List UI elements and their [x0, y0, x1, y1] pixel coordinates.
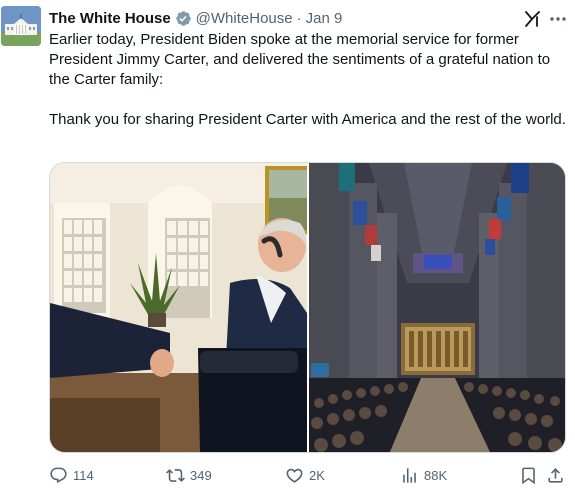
like-count: 2K [309, 467, 325, 483]
analytics-icon [403, 467, 416, 483]
reply-count: 114 [73, 467, 94, 483]
views-count: 88K [424, 467, 448, 483]
repost-count: 349 [190, 467, 212, 483]
tweet[interactable]: The White House @WhiteHouse · Jan 9 Earl… [0, 0, 575, 494]
photo-carter-oval-office[interactable] [50, 163, 307, 452]
bookmark-button[interactable] [519, 463, 538, 487]
repost-icon [166, 468, 185, 482]
verified-badge-icon[interactable] [175, 10, 192, 27]
avatar[interactable] [1, 6, 41, 46]
share-button[interactable] [546, 463, 565, 487]
like-button[interactable]: 2K [285, 463, 325, 487]
separator-dot: · [296, 9, 302, 27]
display-name[interactable]: The White House [49, 10, 171, 27]
grok-icon[interactable] [523, 9, 543, 29]
white-house-avatar-image [1, 6, 41, 46]
reply-icon [50, 467, 67, 483]
heart-icon [286, 468, 303, 483]
handle[interactable]: @WhiteHouse [196, 10, 293, 27]
tweet-text: Earlier today, President Biden spoke at … [49, 30, 569, 130]
views-button[interactable]: 88K [400, 463, 447, 487]
bookmark-icon [522, 467, 535, 484]
tweet-date[interactable]: Jan 9 [306, 10, 343, 27]
tweet-text-paragraph: Thank you for sharing President Carter w… [49, 111, 566, 128]
tweet-header: The White House @WhiteHouse · Jan 9 [49, 7, 342, 29]
tweet-text-paragraph: Earlier today, President Biden spoke at … [49, 31, 551, 88]
photo-cathedral-memorial-service[interactable] [309, 163, 565, 452]
media-grid [49, 162, 566, 453]
tweet-actions: 114 349 2K 88K [49, 463, 569, 487]
reply-button[interactable]: 114 [49, 463, 94, 487]
share-icon [548, 467, 563, 483]
repost-button[interactable]: 349 [166, 463, 212, 487]
more-icon[interactable] [548, 9, 568, 29]
